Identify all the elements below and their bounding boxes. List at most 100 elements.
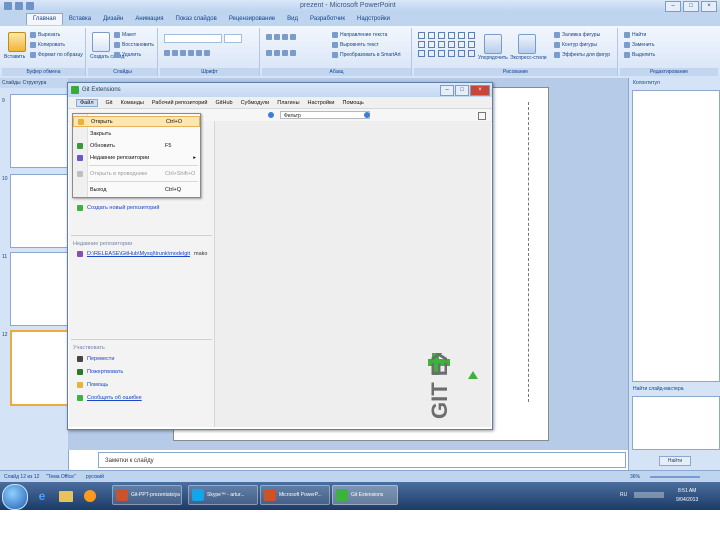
quick-styles-icon[interactable] <box>518 34 536 54</box>
recent-repos-header: Недавние репозитории <box>73 241 133 247</box>
tab-review[interactable]: Рецензирование <box>223 16 281 22</box>
font-name-field[interactable] <box>164 34 222 43</box>
clock-date[interactable]: 9/04/2013 <box>676 497 698 503</box>
report-bug-link[interactable]: Сообщить об ошибке <box>77 395 142 401</box>
reset-button[interactable]: Восстановить <box>114 42 154 48</box>
ribbon: Вставить Вырезать Копировать Формат по о… <box>0 26 720 79</box>
menu-item[interactable]: Открыть в проводнике Ctrl+Shift+O <box>73 168 200 179</box>
font-size-field[interactable] <box>224 34 242 43</box>
taskbar-button-browser[interactable]: Git-PPT-prezentatsiya <box>112 485 182 505</box>
menu-submodules[interactable]: Субмодули <box>241 100 270 106</box>
zoom-level[interactable]: 36% <box>630 474 640 480</box>
menu-item[interactable]: Закрыть <box>73 128 200 139</box>
format-painter-button[interactable]: Формат по образцу <box>30 52 83 58</box>
clock-time[interactable]: 8:51 AM <box>678 488 696 494</box>
menu-item[interactable]: Открыть Ctrl+O <box>73 116 200 127</box>
tray-icons[interactable] <box>634 492 664 498</box>
menu-item[interactable]: Обновить F5 <box>73 140 200 151</box>
smartart-button[interactable]: Преобразовать в SmartArt <box>332 52 401 58</box>
menu-settings[interactable]: Настройки <box>308 100 335 106</box>
fill-icon <box>554 32 560 38</box>
new-slide-icon[interactable] <box>92 32 110 52</box>
donate-link[interactable]: Пожертвовать <box>77 369 123 375</box>
recent-repo-item[interactable]: D:\RELEASE\GitHub\Mysql\trunk\modelgit ma… <box>77 251 207 257</box>
minimize-button[interactable]: – <box>665 1 681 12</box>
task-pane-find-button[interactable]: Найти <box>659 456 691 466</box>
quick-styles-button[interactable]: Экспресс-стили <box>510 55 547 61</box>
tab-outline[interactable]: Структура <box>23 80 47 86</box>
align-buttons[interactable] <box>266 50 296 56</box>
menu-file[interactable]: Файл <box>76 98 98 107</box>
align-text-button[interactable]: Выровнять текст <box>332 42 379 48</box>
create-repo-link[interactable]: Создать новый репозиторий <box>77 205 159 211</box>
taskbar-button-gitext[interactable]: Git Extensions <box>332 485 398 505</box>
save-icon[interactable] <box>15 2 23 10</box>
italic-icon <box>172 50 178 56</box>
undo-icon[interactable] <box>26 2 34 10</box>
font-format-buttons[interactable] <box>164 50 210 56</box>
paste-button[interactable]: Вставить <box>4 54 25 60</box>
gitext-minimize-button[interactable]: – <box>440 85 454 96</box>
settings-icon[interactable] <box>478 112 486 120</box>
notes-field[interactable]: Заметки к слайду <box>98 452 626 468</box>
taskbar-button-powerpoint[interactable]: Microsoft PowerP... <box>260 485 330 505</box>
menu-item-shortcut: Ctrl+O <box>166 118 183 125</box>
menu-item[interactable]: Выход Ctrl+Q <box>73 184 200 195</box>
tab-slides[interactable]: Слайды <box>2 80 21 86</box>
gitext-window-controls: – □ × <box>440 85 490 96</box>
copy-button[interactable]: Копировать <box>30 42 65 48</box>
maximize-button[interactable]: □ <box>683 1 699 12</box>
menu-working-repo[interactable]: Рабочий репозиторий <box>152 100 208 106</box>
menu-commands[interactable]: Команды <box>121 100 144 106</box>
taskbar-button-skype[interactable]: Skype™ - artur... <box>188 485 258 505</box>
close-button[interactable]: × <box>701 1 717 12</box>
tab-slideshow[interactable]: Показ слайдов <box>170 16 223 22</box>
slide-thumbnail-selected[interactable] <box>10 330 70 406</box>
select-button[interactable]: Выделить <box>624 52 655 58</box>
menu-help[interactable]: Помощь <box>343 100 364 106</box>
shape-outline-button[interactable]: Контур фигуры <box>554 42 597 48</box>
slide-thumbnail[interactable] <box>10 252 68 326</box>
translate-link[interactable]: Перевести <box>77 356 114 362</box>
slide-thumbnail[interactable] <box>10 174 68 248</box>
menu-item[interactable]: Недавние репозитории ▸ <box>73 152 200 163</box>
delete-slide-button[interactable]: Удалить <box>114 52 141 58</box>
tab-insert[interactable]: Вставка <box>63 16 97 22</box>
shape-effects-button[interactable]: Эффекты для фигур <box>554 52 610 58</box>
start-button[interactable] <box>2 484 28 510</box>
menu-plugins[interactable]: Плагины <box>277 100 299 106</box>
explorer-icon[interactable] <box>56 486 76 506</box>
gitext-close-button[interactable]: × <box>470 85 490 96</box>
tab-developer[interactable]: Разработчик <box>304 16 351 22</box>
tab-home[interactable]: Главная <box>26 13 63 25</box>
arrange-button[interactable]: Упорядочить <box>478 55 508 61</box>
find-button[interactable]: Найти <box>624 32 646 38</box>
text-direction-button[interactable]: Направление текста <box>332 32 387 38</box>
menu-git[interactable]: Git <box>106 100 113 106</box>
search-icon[interactable] <box>364 112 370 118</box>
branch-icon <box>268 112 274 118</box>
layout-button[interactable]: Макет <box>114 32 136 38</box>
filter-field[interactable]: Фильтр <box>280 111 370 119</box>
slide-thumbnail[interactable] <box>10 94 68 168</box>
gitext-maximize-button[interactable]: □ <box>455 85 469 96</box>
media-player-icon[interactable] <box>80 486 100 506</box>
office-button-icon[interactable] <box>4 2 12 10</box>
zoom-slider[interactable] <box>650 476 700 478</box>
list-buttons[interactable] <box>266 34 296 40</box>
shapes-gallery[interactable] <box>418 32 476 57</box>
language-indicator[interactable]: RU <box>620 492 627 498</box>
help-link[interactable]: Помощь <box>77 382 108 388</box>
tab-addins[interactable]: Надстройки <box>351 16 396 22</box>
tab-animation[interactable]: Анимация <box>129 16 169 22</box>
shape-fill-button[interactable]: Заливка фигуры <box>554 32 600 38</box>
cut-button[interactable]: Вырезать <box>30 32 60 38</box>
clipboard-group: Вставить Вырезать Копировать Формат по о… <box>2 28 86 76</box>
tab-view[interactable]: Вид <box>281 16 304 22</box>
replace-button[interactable]: Заменить <box>624 42 654 48</box>
internet-explorer-icon[interactable]: e <box>32 486 52 506</box>
tab-design[interactable]: Дизайн <box>97 16 129 22</box>
arrange-icon[interactable] <box>484 34 502 54</box>
paste-icon[interactable] <box>8 32 26 52</box>
menu-github[interactable]: GitHub <box>215 100 232 106</box>
